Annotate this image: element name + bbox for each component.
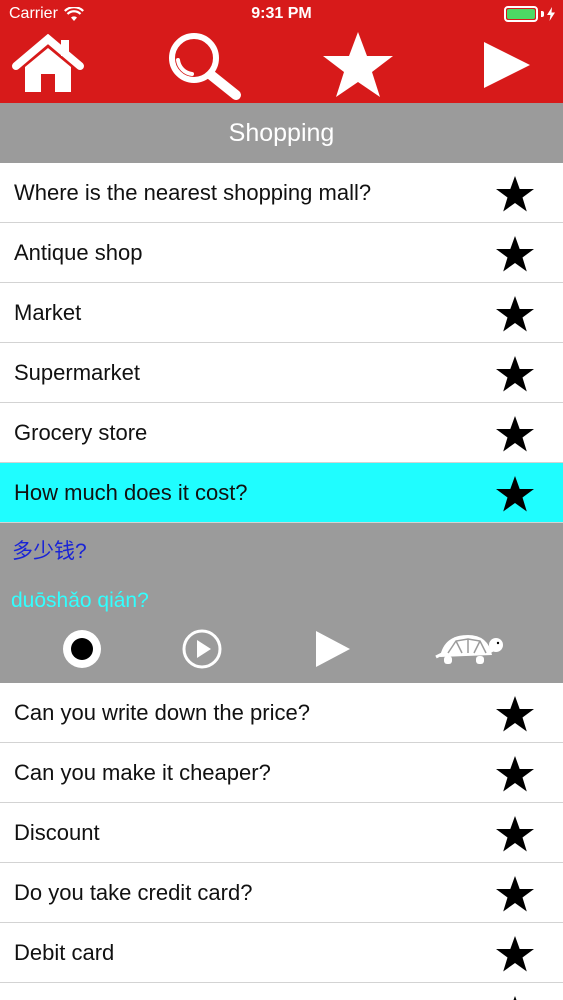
phrase-text: Supermarket [14, 359, 140, 385]
list-item[interactable]: Discount [0, 803, 563, 863]
star-icon[interactable] [495, 415, 535, 453]
phrase-detail-panel: 多少钱? duōshǎo qián? [0, 523, 563, 683]
list-item[interactable]: Grocery store [0, 403, 563, 463]
record-icon[interactable] [60, 627, 104, 671]
play-icon [484, 42, 530, 88]
star-icon[interactable] [495, 755, 535, 793]
star-icon [323, 32, 393, 97]
list-item[interactable]: Where is the nearest shopping mall? [0, 163, 563, 223]
list-item[interactable]: Can you write down the price? [0, 683, 563, 743]
list-item[interactable]: Debit card [0, 923, 563, 983]
category-title-text: Shopping [228, 118, 335, 147]
star-icon[interactable] [495, 995, 535, 1000]
star-icon[interactable] [495, 355, 535, 393]
battery-icon [504, 6, 538, 22]
phrase-text: Discount [14, 819, 100, 845]
list-item[interactable]: Supermarket [0, 343, 563, 403]
list-item[interactable]: Can you make it cheaper? [0, 743, 563, 803]
list-item[interactable] [0, 983, 563, 1000]
star-icon[interactable] [495, 875, 535, 913]
star-icon[interactable] [495, 935, 535, 973]
top-toolbar: Carrier 9:31 PM [0, 0, 563, 103]
search-button[interactable] [162, 30, 246, 100]
play-recording-icon[interactable] [180, 627, 224, 671]
star-icon[interactable] [495, 695, 535, 733]
phrase-text: Market [14, 299, 82, 325]
list-item[interactable]: Market [0, 283, 563, 343]
phrase-text: Can you write down the price? [14, 699, 310, 725]
list-item[interactable]: Do you take credit card? [0, 863, 563, 923]
phrase-text: Antique shop [14, 239, 143, 265]
clock: 9:31 PM [251, 5, 312, 22]
phrase-text: How much does it cost? [14, 479, 248, 505]
play-all-button[interactable] [474, 30, 538, 100]
phrase-text: Debit card [14, 939, 115, 965]
home-icon [12, 34, 84, 92]
phrase-text: Do you take credit card? [14, 879, 253, 905]
chinese-translation: 多少钱? [12, 540, 87, 563]
star-icon[interactable] [495, 815, 535, 853]
battery-indicator [504, 6, 555, 22]
charging-bolt-icon [547, 7, 555, 21]
star-icon[interactable] [495, 235, 535, 273]
status-bar: Carrier 9:31 PM [0, 0, 563, 28]
home-button[interactable] [8, 30, 88, 100]
list-item[interactable]: Antique shop [0, 223, 563, 283]
slow-play-turtle-icon[interactable] [434, 627, 506, 671]
star-icon[interactable] [495, 175, 535, 213]
category-title: Shopping [0, 103, 563, 163]
list-item-selected[interactable]: How much does it cost? [0, 463, 563, 523]
phrase-text: Can you make it cheaper? [14, 759, 271, 785]
star-icon[interactable] [495, 295, 535, 333]
phrase-list: Where is the nearest shopping mall? Anti… [0, 163, 563, 1000]
pinyin-transcription: duōshǎo qián? [11, 589, 149, 612]
search-icon [169, 33, 241, 100]
play-icon[interactable] [310, 627, 354, 671]
star-icon[interactable] [495, 475, 535, 513]
phrase-text: Grocery store [14, 419, 148, 445]
phrase-text: Where is the nearest shopping mall? [14, 179, 372, 205]
favorites-button[interactable] [316, 30, 400, 100]
